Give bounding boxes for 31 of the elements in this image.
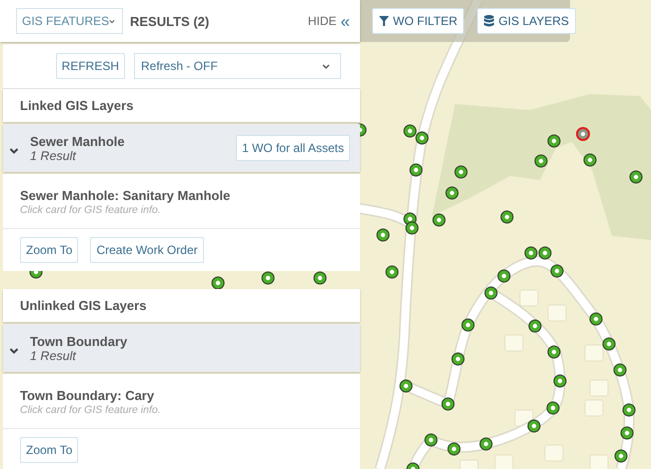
caret-icon: [109, 18, 115, 24]
filter-icon: [379, 16, 389, 26]
card-title: Town Boundary: Cary: [20, 388, 156, 403]
database-icon: [484, 15, 494, 27]
card-button[interactable]: Create Work Order: [90, 237, 204, 263]
toolbar-button[interactable]: GIS LAYERS: [477, 8, 576, 34]
features-dropdown[interactable]: GIS FEATURES: [16, 8, 123, 34]
result-count: 1 Result: [30, 348, 76, 362]
section-heading: Linked GIS Layers: [3, 89, 360, 122]
card-title: Sewer Manhole: Sanitary Manhole: [20, 188, 232, 203]
layer-group-header[interactable]: Town Boundary 1 Result: [3, 324, 360, 372]
chevron-down-icon[interactable]: [9, 146, 19, 156]
refresh-button[interactable]: REFRESH: [56, 53, 125, 79]
card-button[interactable]: Zoom To: [20, 237, 78, 263]
results-title: RESULTS (2): [130, 14, 210, 28]
section-heading: Unlinked GIS Layers: [3, 289, 360, 322]
card-button[interactable]: Zoom To: [20, 437, 78, 463]
toolbar-button[interactable]: WO FILTER: [372, 8, 464, 34]
card-hint: Click card for GIS feature info.: [20, 404, 162, 416]
result-count: 1 Result: [30, 148, 78, 162]
chevron-down-icon[interactable]: [9, 346, 19, 356]
caret-icon: [322, 64, 330, 68]
feature-card[interactable]: Town Boundary: Cary Click card for GIS feature info.: [3, 374, 360, 429]
layer-group-header[interactable]: Sewer Manhole 1 Result 1 WO for all Assets: [3, 124, 360, 172]
feature-card[interactable]: Sewer Manhole: Sanitary Manhole Click card for GIS feature info.: [3, 174, 360, 229]
hide-button[interactable]: HIDE «: [308, 12, 350, 30]
wo-all-button[interactable]: 1 WO for all Assets: [236, 135, 350, 161]
refresh-dropdown[interactable]: Refresh - OFF: [134, 53, 341, 79]
card-hint: Click card for GIS feature info.: [20, 204, 162, 216]
layer-name: Town Boundary: [30, 334, 128, 348]
layer-name: Sewer Manhole: [30, 134, 125, 148]
